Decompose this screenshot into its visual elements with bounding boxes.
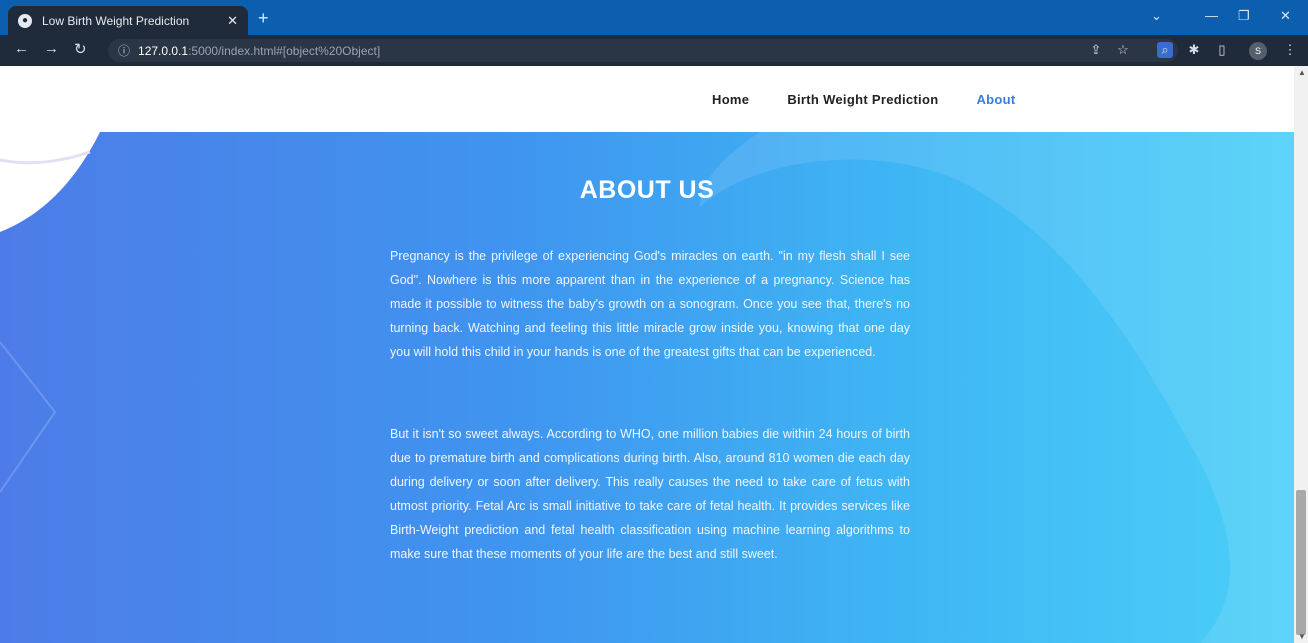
reload-icon[interactable]: ↻ bbox=[74, 40, 87, 58]
extension-icon[interactable]: ⌕ bbox=[1157, 42, 1173, 58]
scroll-thumb[interactable] bbox=[1296, 490, 1306, 635]
new-tab-button[interactable]: + bbox=[258, 8, 269, 29]
share-icon[interactable]: ⇪ bbox=[1088, 42, 1104, 58]
close-tab-icon[interactable]: ✕ bbox=[227, 13, 238, 29]
scroll-up-arrow-icon[interactable]: ▲ bbox=[1298, 68, 1306, 77]
about-paragraph-1: Pregnancy is the privilege of experienci… bbox=[390, 249, 910, 359]
site-navbar: Home Birth Weight Prediction About bbox=[0, 66, 1294, 132]
nav-birth-weight-prediction[interactable]: Birth Weight Prediction bbox=[787, 92, 938, 107]
profile-avatar[interactable]: S bbox=[1249, 42, 1267, 60]
nav-home[interactable]: Home bbox=[712, 92, 749, 107]
page-viewport: Home Birth Weight Prediction About ABOUT… bbox=[0, 66, 1294, 643]
browser-tab-bar: ● Low Birth Weight Prediction ✕ + ⌄ — ❐ … bbox=[0, 0, 1308, 35]
back-icon[interactable]: ← bbox=[14, 40, 29, 57]
window-close-icon[interactable]: ✕ bbox=[1280, 8, 1291, 24]
scroll-down-arrow-icon[interactable]: ▼ bbox=[1298, 632, 1306, 641]
url-path: :5000/index.html#[object%20Object] bbox=[188, 43, 381, 58]
globe-icon: ● bbox=[18, 13, 32, 28]
restore-icon[interactable]: ❐ bbox=[1238, 8, 1250, 24]
address-bar[interactable]: ⓘ 127.0.0.1 :5000/index.html#[object%20O… bbox=[108, 39, 1178, 62]
bookmark-star-icon[interactable]: ☆ bbox=[1115, 42, 1131, 58]
nav-links: Home Birth Weight Prediction About bbox=[712, 92, 1015, 107]
puzzle-icon[interactable]: ✱ bbox=[1186, 42, 1202, 58]
about-heading: ABOUT US bbox=[579, 176, 715, 204]
menu-dots-icon[interactable]: ⋮ bbox=[1282, 42, 1298, 58]
url-host: 127.0.0.1 bbox=[138, 43, 189, 58]
vertical-scrollbar[interactable]: ▲ ▼ bbox=[1294, 66, 1308, 643]
tab-search-icon[interactable]: ⌄ bbox=[1151, 8, 1162, 24]
browser-tab[interactable]: ● Low Birth Weight Prediction ✕ bbox=[8, 6, 248, 35]
site-info-icon[interactable]: ⓘ bbox=[118, 42, 130, 59]
background-shapes bbox=[0, 132, 1294, 643]
minimize-icon[interactable]: — bbox=[1205, 8, 1218, 23]
browser-toolbar: ← → ↻ ⓘ 127.0.0.1 :5000/index.html#[obje… bbox=[0, 35, 1308, 66]
nav-about[interactable]: About bbox=[976, 92, 1015, 107]
tab-title: Low Birth Weight Prediction bbox=[42, 13, 190, 28]
forward-icon[interactable]: → bbox=[44, 40, 59, 57]
side-panel-icon[interactable]: ▯ bbox=[1214, 42, 1230, 58]
about-section: ABOUT US Pregnancy is the privilege of e… bbox=[0, 132, 1294, 643]
about-paragraph-2: But it isn't so sweet always. According … bbox=[390, 427, 910, 561]
